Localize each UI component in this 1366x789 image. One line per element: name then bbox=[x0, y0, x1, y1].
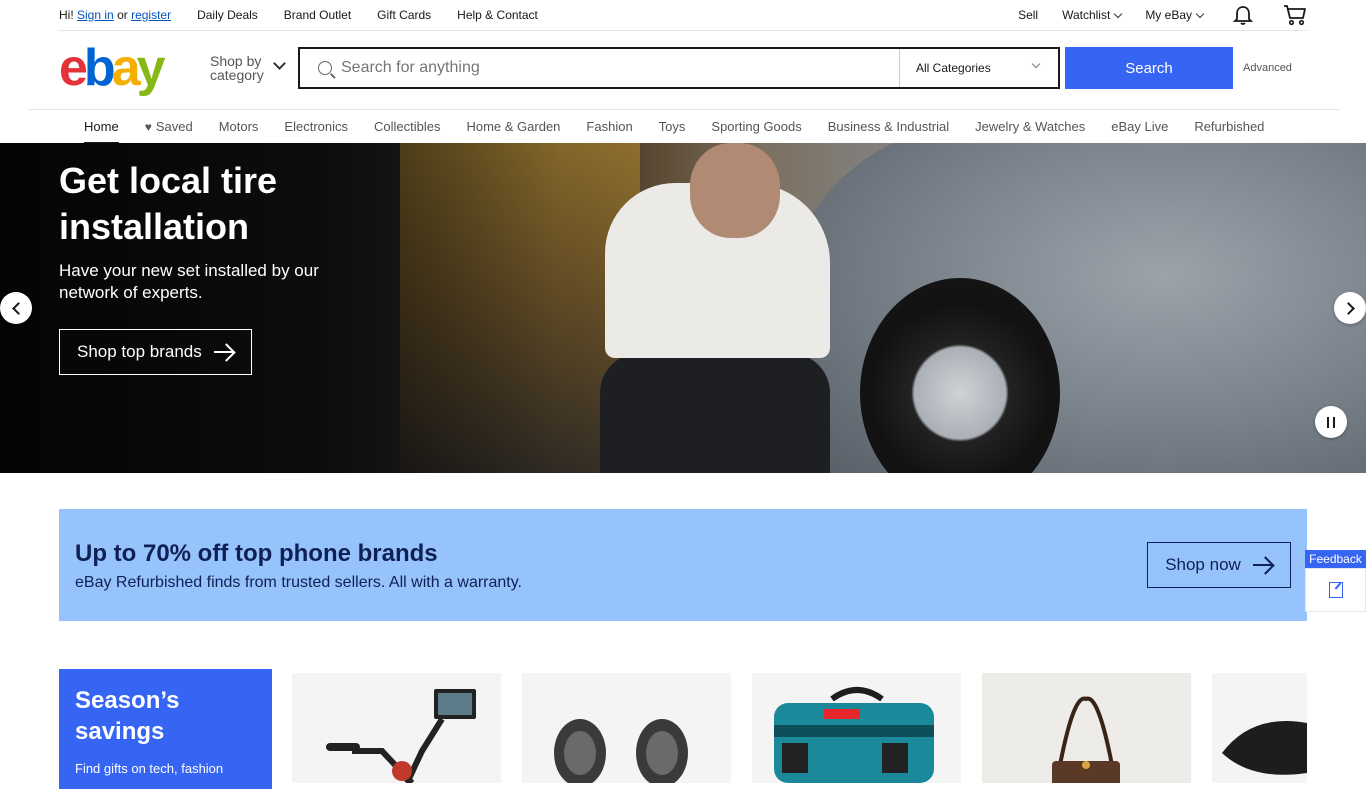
product-tile-earbuds[interactable] bbox=[522, 673, 731, 783]
promo-subtitle: eBay Refurbished finds from trusted sell… bbox=[75, 574, 522, 591]
bell-icon bbox=[1233, 5, 1253, 25]
nav-item-fashion[interactable]: Fashion bbox=[586, 110, 632, 144]
feedback-tab[interactable]: Feedback bbox=[1305, 550, 1366, 612]
nav-item-collectibles[interactable]: Collectibles bbox=[374, 110, 440, 144]
nav-item-business-industrial[interactable]: Business & Industrial bbox=[828, 110, 949, 144]
sandals-image bbox=[1222, 721, 1307, 775]
sell-link[interactable]: Sell bbox=[1018, 8, 1038, 22]
arrow-right-icon bbox=[1252, 564, 1273, 566]
notification-bell-icon[interactable] bbox=[1233, 5, 1253, 26]
heart-icon: ♥ bbox=[144, 119, 152, 134]
header: ebay Shop by category All Categories Sea… bbox=[59, 31, 1307, 109]
shopping-cart-icon bbox=[1284, 5, 1306, 26]
shop-by-category-button[interactable]: Shop by category bbox=[210, 54, 264, 82]
chevron-down-icon bbox=[1114, 9, 1123, 18]
promo-banner[interactable]: Up to 70% off top phone brands eBay Refu… bbox=[59, 509, 1307, 621]
register-link[interactable]: register bbox=[131, 8, 171, 22]
cart-icon[interactable] bbox=[1283, 4, 1307, 26]
brand-outlet-link[interactable]: Brand Outlet bbox=[284, 8, 351, 22]
chevron-down-icon bbox=[1031, 59, 1041, 69]
nav-item-ebay-live[interactable]: eBay Live bbox=[1111, 110, 1168, 144]
watchlist-menu[interactable]: Watchlist bbox=[1062, 8, 1123, 22]
gift-cards-link[interactable]: Gift Cards bbox=[377, 8, 431, 22]
product-tile-exercise-bike[interactable] bbox=[292, 673, 501, 783]
carousel-prev-button[interactable] bbox=[0, 292, 32, 324]
hero-title: Get local tire installation bbox=[59, 160, 278, 247]
top-bar: Hi! Sign in or register Daily Deals Bran… bbox=[59, 0, 1307, 31]
my-ebay-menu[interactable]: My eBay bbox=[1145, 8, 1205, 22]
product-tile-tool-bag[interactable] bbox=[752, 673, 961, 783]
nav-item-toys[interactable]: Toys bbox=[659, 110, 686, 144]
hero-carousel: Get local tire installation Have your ne… bbox=[0, 143, 1366, 473]
pause-icon bbox=[1327, 416, 1335, 428]
feedback-edit-icon bbox=[1328, 582, 1343, 598]
search-button[interactable]: Search bbox=[1065, 47, 1233, 89]
tool-bag-image bbox=[774, 687, 934, 783]
shop-now-button[interactable]: Shop now bbox=[1147, 542, 1291, 588]
product-tile-handbag[interactable] bbox=[982, 673, 1191, 783]
nav-item-jewelry-watches[interactable]: Jewelry & Watches bbox=[975, 110, 1085, 144]
ebay-logo[interactable]: ebay bbox=[59, 42, 166, 94]
carousel-pause-button[interactable] bbox=[1315, 406, 1347, 438]
exercise-bike-image bbox=[326, 689, 476, 783]
nav-item-sporting-goods[interactable]: Sporting Goods bbox=[711, 110, 801, 144]
shop-top-brands-button[interactable]: Shop top brands bbox=[59, 329, 252, 375]
promo-title: Up to 70% off top phone brands bbox=[75, 540, 438, 567]
nav-item-home-garden[interactable]: Home & Garden bbox=[466, 110, 560, 144]
sign-in-link[interactable]: Sign in bbox=[77, 8, 114, 22]
search-input[interactable] bbox=[341, 50, 886, 86]
handbag-image bbox=[1052, 696, 1120, 783]
arrow-right-icon bbox=[213, 351, 234, 353]
earbuds-image bbox=[554, 719, 688, 783]
chevron-left-icon bbox=[11, 301, 25, 315]
hero-subtitle: Have your new set installed by our netwo… bbox=[59, 261, 319, 302]
category-select[interactable]: All Categories bbox=[899, 49, 1058, 87]
savings-subtitle: Find gifts on tech, fashion bbox=[75, 761, 224, 776]
help-contact-link[interactable]: Help & Contact bbox=[457, 8, 538, 22]
chevron-down-icon bbox=[1195, 9, 1205, 18]
chevron-down-icon bbox=[273, 57, 286, 70]
search-box: All Categories bbox=[298, 47, 1060, 89]
feedback-label: Feedback bbox=[1305, 550, 1366, 568]
nav-item-saved[interactable]: ♥ Saved bbox=[145, 110, 193, 144]
category-nav: Home ♥ Saved Motors Electronics Collectib… bbox=[28, 109, 1340, 144]
nav-item-electronics[interactable]: Electronics bbox=[284, 110, 348, 144]
search-icon bbox=[318, 61, 332, 75]
seasons-savings-card[interactable]: Season’s savings Find gifts on tech, fas… bbox=[59, 669, 272, 789]
carousel-next-button[interactable] bbox=[1334, 292, 1366, 324]
chevron-right-icon bbox=[1341, 301, 1355, 315]
product-tile-sandals[interactable] bbox=[1212, 673, 1307, 783]
daily-deals-link[interactable]: Daily Deals bbox=[197, 8, 258, 22]
greeting: Hi! Sign in or register bbox=[59, 8, 172, 22]
nav-item-refurbished[interactable]: Refurbished bbox=[1194, 110, 1264, 144]
nav-item-motors[interactable]: Motors bbox=[219, 110, 259, 144]
nav-item-home[interactable]: Home bbox=[84, 110, 119, 144]
advanced-search-link[interactable]: Advanced bbox=[1243, 62, 1292, 74]
savings-title: Season’s savings bbox=[75, 687, 180, 745]
